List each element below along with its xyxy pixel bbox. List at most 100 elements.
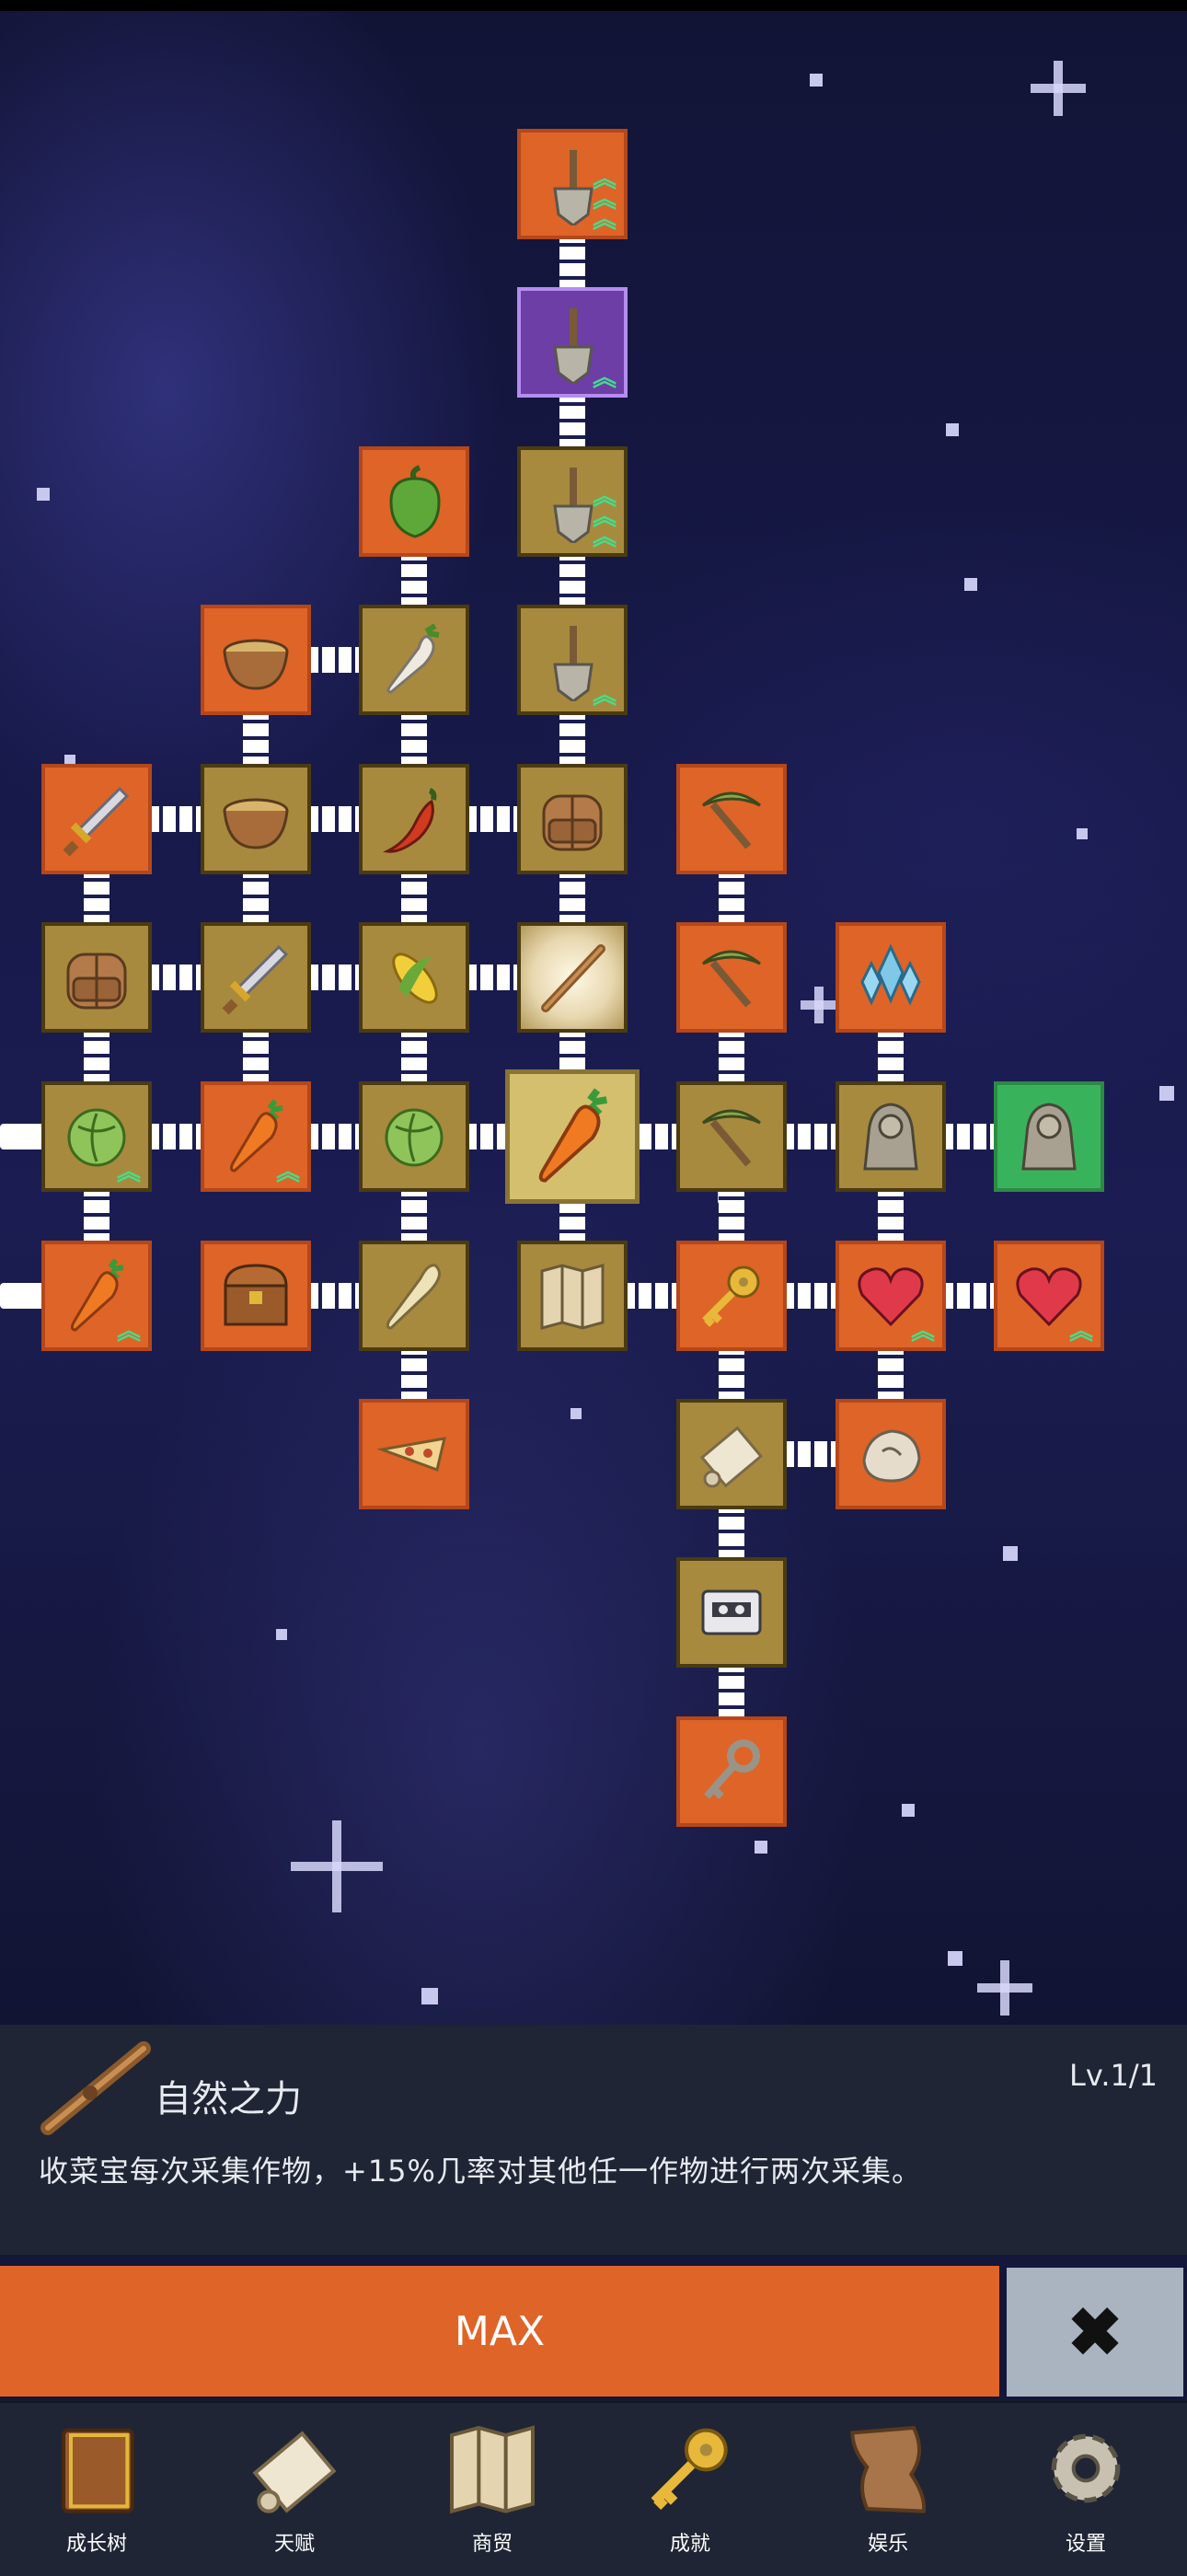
star bbox=[755, 1841, 767, 1854]
bottom-nav bbox=[0, 2400, 1187, 2576]
star bbox=[1159, 1086, 1174, 1101]
cassette-icon bbox=[690, 1571, 773, 1654]
skill-node[interactable]: ︽ ︽ ︽ bbox=[517, 446, 628, 557]
skill-node[interactable] bbox=[359, 1399, 469, 1509]
skill-node[interactable] bbox=[676, 922, 787, 1033]
wooden-bowl-icon bbox=[214, 778, 297, 861]
skill-node[interactable] bbox=[359, 922, 469, 1033]
statue-icon bbox=[849, 1095, 932, 1178]
skill-node[interactable] bbox=[41, 764, 152, 874]
book-icon bbox=[32, 2413, 161, 2524]
backpack-icon bbox=[531, 778, 614, 861]
skill-node[interactable]: ︽ bbox=[994, 1241, 1104, 1351]
star bbox=[902, 1804, 915, 1817]
skill-node[interactable] bbox=[517, 1241, 628, 1351]
upgrade-arrow-icon: ︽ bbox=[275, 1159, 300, 1186]
sword-icon bbox=[214, 936, 297, 1019]
skill-node[interactable] bbox=[676, 764, 787, 874]
skill-node[interactable]: ︽ ︽ ︽ bbox=[517, 129, 628, 239]
skill-node[interactable] bbox=[41, 922, 152, 1033]
nav-item-0[interactable]: 成长树 bbox=[32, 2413, 161, 2570]
corn-icon bbox=[373, 936, 455, 1019]
skill-node[interactable] bbox=[359, 605, 469, 715]
star bbox=[964, 578, 977, 591]
old-key-icon bbox=[690, 1730, 773, 1813]
star bbox=[1077, 828, 1088, 839]
twinkle-star bbox=[1031, 61, 1086, 116]
skill-node[interactable]: ︽ bbox=[517, 605, 628, 715]
star bbox=[948, 1951, 962, 1966]
close-button[interactable]: ✖ bbox=[1007, 2268, 1183, 2397]
nav-item-2[interactable]: 商贸 bbox=[428, 2413, 557, 2570]
skill-node[interactable] bbox=[676, 1557, 787, 1668]
skill-node[interactable] bbox=[676, 1399, 787, 1509]
skill-node[interactable] bbox=[201, 605, 311, 715]
skill-node[interactable] bbox=[359, 1081, 469, 1192]
upgrade-arrow-icon: ︽ bbox=[116, 1318, 141, 1346]
skill-node[interactable] bbox=[505, 1069, 640, 1204]
star bbox=[570, 1408, 582, 1419]
nav-item-3[interactable]: 成就 bbox=[626, 2413, 755, 2570]
parsnip-icon bbox=[373, 1254, 455, 1337]
twinkle-star bbox=[977, 1960, 1032, 2016]
upgrade-arrow-icon: ︽ ︽ ︽ bbox=[592, 483, 617, 551]
max-button[interactable]: MAX bbox=[0, 2266, 999, 2397]
skill-node[interactable] bbox=[836, 1081, 946, 1192]
upgrade-arrow-icon: ︽ bbox=[592, 682, 617, 710]
wand-icon bbox=[35, 2036, 155, 2137]
skill-node[interactable] bbox=[836, 1399, 946, 1509]
key-icon bbox=[626, 2413, 755, 2524]
upgrade-arrow-icon: ︽ bbox=[116, 1159, 141, 1186]
twinkle-star bbox=[801, 987, 837, 1023]
skill-node[interactable] bbox=[359, 446, 469, 557]
gear-icon bbox=[1021, 2413, 1150, 2524]
skill-node[interactable] bbox=[517, 922, 628, 1033]
skill-node[interactable] bbox=[201, 1241, 311, 1351]
skill-node[interactable] bbox=[359, 1241, 469, 1351]
star bbox=[276, 1629, 287, 1640]
backpack-icon bbox=[55, 936, 138, 1019]
skill-description: 收菜宝每次采集作物，+15%几率对其他任一作物进行两次采集。 bbox=[39, 2154, 922, 2189]
status-bar-strip bbox=[0, 0, 1187, 11]
skill-node[interactable]: ︽ bbox=[836, 1241, 946, 1351]
skill-node[interactable] bbox=[676, 1241, 787, 1351]
skill-node[interactable] bbox=[517, 764, 628, 874]
upgrade-arrow-icon: ︽ bbox=[1068, 1318, 1093, 1346]
star bbox=[421, 1988, 438, 2004]
skill-node[interactable]: ︽ bbox=[41, 1081, 152, 1192]
twinkle-star bbox=[291, 1820, 383, 1912]
skill-node[interactable] bbox=[676, 1716, 787, 1827]
skill-node[interactable] bbox=[201, 922, 311, 1033]
nav-item-4[interactable]: 娱乐 bbox=[824, 2413, 952, 2570]
nav-label: 商贸 bbox=[471, 2533, 513, 2556]
wand-icon bbox=[531, 936, 614, 1019]
wooden-bowl-icon bbox=[214, 618, 297, 701]
cabbage-icon bbox=[373, 1095, 455, 1178]
skill-node[interactable] bbox=[836, 922, 946, 1033]
skill-node[interactable] bbox=[201, 764, 311, 874]
close-icon: ✖ bbox=[1066, 2296, 1124, 2370]
nav-label: 娱乐 bbox=[867, 2533, 908, 2556]
skill-node[interactable]: ︽ bbox=[41, 1241, 152, 1351]
skill-node[interactable]: ︽ bbox=[517, 287, 628, 398]
skill-node[interactable]: ︽ bbox=[201, 1081, 311, 1192]
upgrade-arrow-icon: ︽ bbox=[592, 364, 617, 392]
ore-icon bbox=[849, 1413, 932, 1496]
skill-node[interactable] bbox=[994, 1081, 1104, 1192]
nav-item-1[interactable]: 天赋 bbox=[230, 2413, 359, 2570]
paper-icon bbox=[824, 2413, 952, 2524]
nav-label: 天赋 bbox=[273, 2533, 315, 2556]
star bbox=[946, 423, 959, 436]
crystal-icon bbox=[849, 936, 932, 1019]
star bbox=[1003, 1546, 1018, 1561]
upgrade-arrow-icon: ︽ bbox=[910, 1318, 935, 1346]
treasure-chest-icon bbox=[214, 1254, 297, 1337]
star bbox=[37, 488, 50, 501]
nav-item-5[interactable]: 设置 bbox=[1021, 2413, 1150, 2570]
scroll-icon bbox=[230, 2413, 359, 2524]
skill-node[interactable] bbox=[676, 1081, 787, 1192]
skill-detail-panel bbox=[0, 2025, 1187, 2255]
statue-icon bbox=[1008, 1095, 1090, 1178]
skill-node[interactable] bbox=[359, 764, 469, 874]
map-icon bbox=[428, 2413, 557, 2524]
